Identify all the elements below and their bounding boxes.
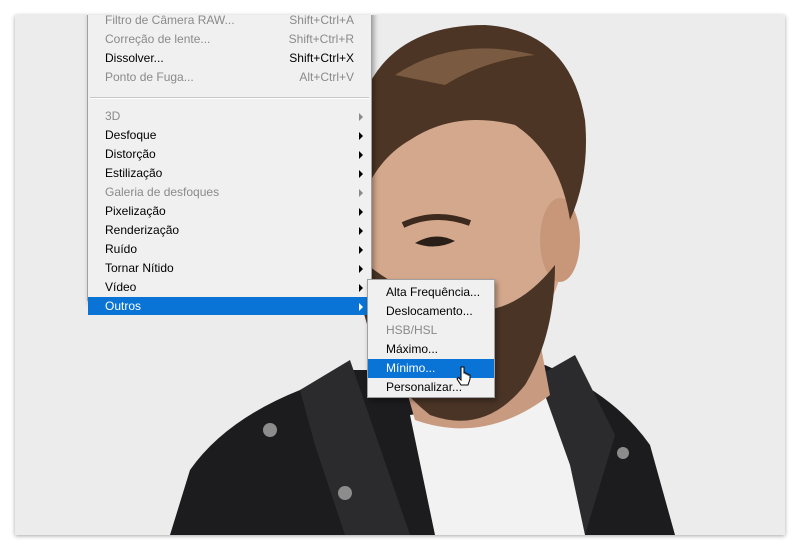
ear [540,198,580,282]
menu-item-estilizacao[interactable]: Estilização [88,164,371,183]
submenu-item-deslocamento[interactable]: Deslocamento... [368,302,494,321]
submenu-arrow-icon [359,284,363,292]
menu-separator [90,97,369,99]
submenu-outros: Alta Frequência... Deslocamento... HSB/H… [367,279,495,398]
menu-item-galeria-desfoques[interactable]: Galeria de desfoques [88,183,371,202]
menu-item-ruido[interactable]: Ruído [88,240,371,259]
submenu-item-minimo[interactable]: Mínimo... [368,359,494,378]
menu-item-pixelizacao[interactable]: Pixelização [88,202,371,221]
menu-item-outros[interactable]: Outros [88,297,371,315]
menu-item-correcao-lente[interactable]: Correção de lente... Shift+Ctrl+R [88,30,371,49]
jacket-snap [617,447,629,459]
menu-item-video[interactable]: Vídeo [88,278,371,297]
menu-item-distorcao[interactable]: Distorção [88,145,371,164]
jacket-snap [263,423,277,437]
submenu-item-alta-frequencia[interactable]: Alta Frequência... [368,283,494,302]
filter-menu: Filtro de Câmera RAW... Shift+Ctrl+A Cor… [87,15,372,315]
menu-item-filtro-camera-raw[interactable]: Filtro de Câmera RAW... Shift+Ctrl+A [88,15,371,30]
submenu-arrow-icon [359,227,363,235]
submenu-arrow-icon [359,189,363,197]
app-frame: Filtro de Câmera RAW... Shift+Ctrl+A Cor… [15,15,785,535]
submenu-item-personalizar[interactable]: Personalizar... [368,378,494,397]
submenu-arrow-icon [359,113,363,121]
menu-item-ponto-de-fuga[interactable]: Ponto de Fuga... Alt+Ctrl+V [88,68,371,87]
menu-item-dissolver[interactable]: Dissolver... Shift+Ctrl+X [88,49,371,68]
menu-item-desfoque[interactable]: Desfoque [88,126,371,145]
submenu-item-maximo[interactable]: Máximo... [368,340,494,359]
submenu-item-hsb-hsl[interactable]: HSB/HSL [368,321,494,340]
menu-item-renderizacao[interactable]: Renderização [88,221,371,240]
menu-item-3d[interactable]: 3D [88,107,371,126]
submenu-arrow-icon [359,303,363,311]
submenu-arrow-icon [359,132,363,140]
submenu-arrow-icon [359,170,363,178]
submenu-arrow-icon [359,246,363,254]
submenu-arrow-icon [359,151,363,159]
submenu-arrow-icon [359,208,363,216]
jacket-snap [338,486,352,500]
submenu-arrow-icon [359,265,363,273]
mouse-pointer-icon [456,366,471,386]
menu-item-tornar-nitido[interactable]: Tornar Nítido [88,259,371,278]
